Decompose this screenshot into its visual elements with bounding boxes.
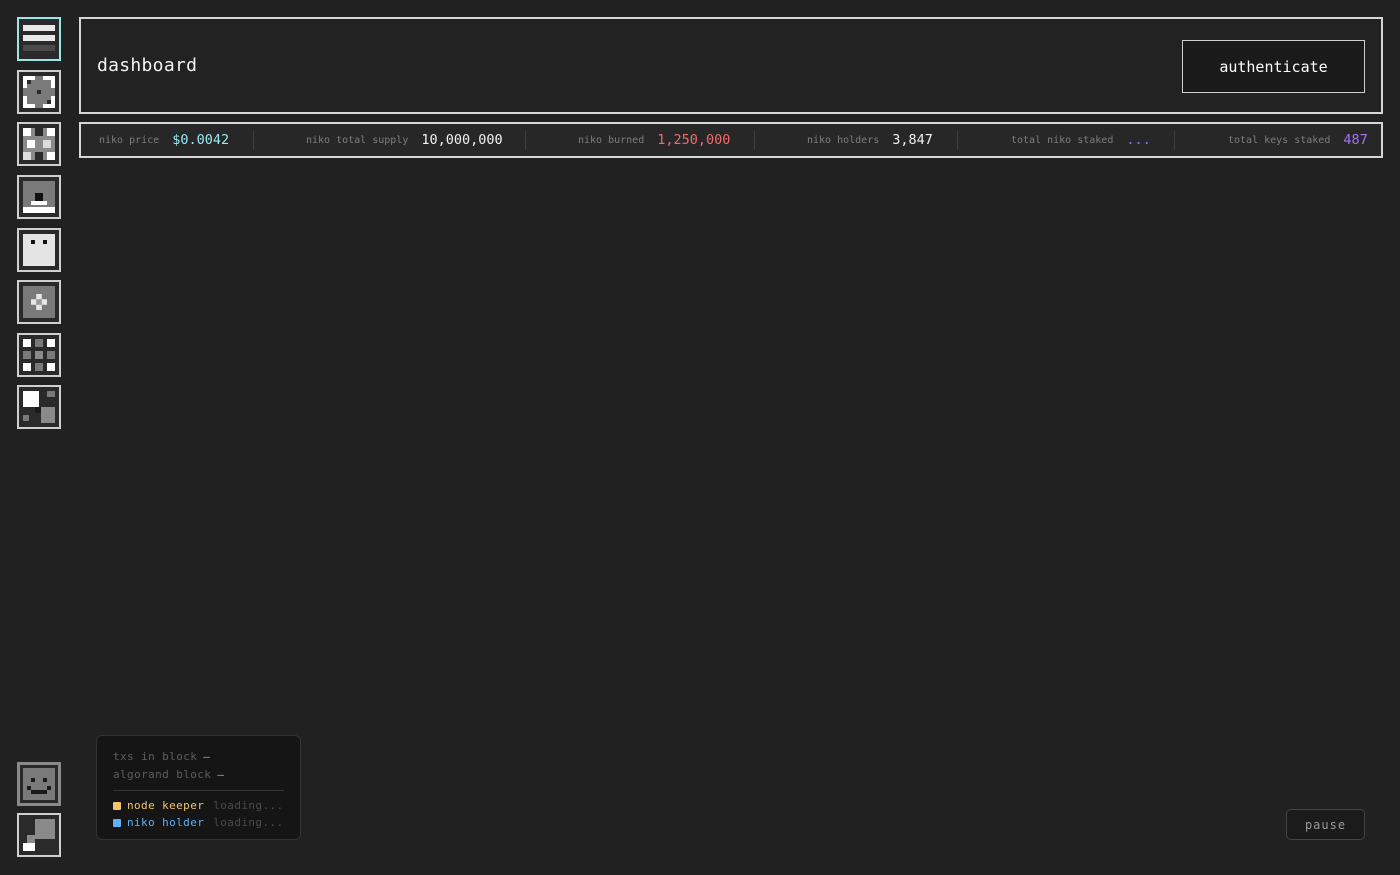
role-name: node keeper [127,799,205,812]
stat-label: total keys staked [1228,134,1331,146]
stat-total-supply: niko total supply 10,000,000 [306,124,503,156]
pause-button[interactable]: pause [1286,809,1365,840]
stat-divider [253,131,254,150]
face-pixel-icon [23,181,55,213]
algorand-block-value: — [217,767,225,781]
checker-pixel-icon [23,128,55,160]
stat-keys-staked: total keys staked 487 [1228,124,1368,156]
algorand-block-row: algorand block — [113,765,284,783]
block-pixel-icon [23,391,55,423]
algorand-block-label: algorand block [113,767,212,781]
profile-avatar-button[interactable] [17,762,61,806]
stat-label: niko holders [807,134,880,146]
niko-holder-dot-icon [113,818,121,827]
stat-niko-staked: total niko staked ... [1011,124,1151,156]
txs-in-block-row: txs in block — [113,747,284,765]
corner-pixel-icon [23,819,55,851]
wallet-button[interactable] [17,813,61,857]
stats-bar: niko price $0.0042 niko total supply 10,… [79,122,1383,158]
frame-pixel-icon [23,76,55,108]
stat-divider [1174,131,1175,150]
page-title: dashboard [97,55,198,76]
authenticate-button[interactable]: authenticate [1182,40,1365,93]
stat-holders: niko holders 3,847 [807,124,933,156]
stat-label: niko price [99,134,160,146]
stat-value: 1,250,000 [657,132,731,148]
status-divider [113,790,284,791]
nav-plus-button[interactable] [17,280,61,324]
nav-face-button[interactable] [17,175,61,219]
ring-pixel-icon [23,339,55,371]
network-status-panel: txs in block — algorand block — node kee… [96,735,301,840]
role-status: loading... [213,816,284,829]
stat-value: $0.0042 [172,132,230,148]
nav-menu-button[interactable] [17,17,61,61]
role-node-keeper: node keeper loading... [113,797,284,814]
stat-value: ... [1126,132,1151,148]
nav-checker-button[interactable] [17,122,61,166]
role-name: niko holder [127,816,205,829]
stat-label: niko total supply [306,134,409,146]
stat-value: 487 [1343,132,1368,148]
nav-ring-button[interactable] [17,333,61,377]
stat-value: 10,000,000 [421,132,503,148]
role-niko-holder: niko holder loading... [113,814,284,831]
stat-label: total niko staked [1011,134,1114,146]
plus-pixel-icon [23,286,55,318]
stat-value: 3,847 [892,132,933,148]
stat-divider [754,131,755,150]
stat-divider [957,131,958,150]
node-keeper-dot-icon [113,801,121,810]
nav-frame-button[interactable] [17,70,61,114]
header: dashboard authenticate [79,17,1383,114]
stat-label: niko burned [578,134,645,146]
nav-ghost-button[interactable] [17,228,61,272]
role-status: loading... [213,799,284,812]
menu-icon [23,25,55,51]
txs-in-block-label: txs in block [113,749,198,763]
txs-in-block-value: — [203,749,211,763]
smiley-pixel-icon [23,768,55,800]
stat-niko-price: niko price $0.0042 [99,124,229,156]
stat-divider [525,131,526,150]
ghost-pixel-icon [23,234,55,266]
nav-block-button[interactable] [17,385,61,429]
stat-burned: niko burned 1,250,000 [578,124,730,156]
